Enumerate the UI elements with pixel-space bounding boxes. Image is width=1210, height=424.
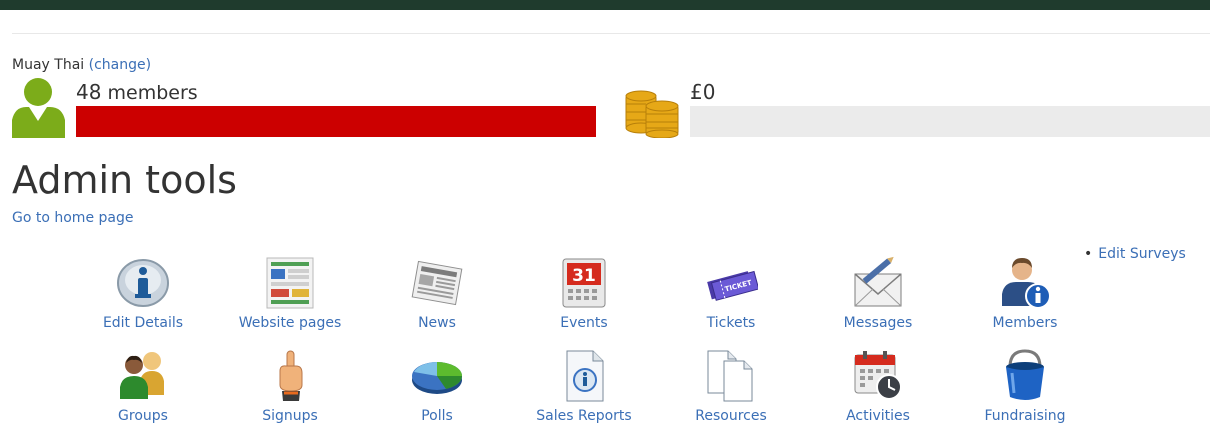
tool-label: News bbox=[418, 315, 456, 331]
tool-label: Groups bbox=[118, 408, 168, 424]
tool-signups[interactable]: Signups bbox=[215, 349, 365, 424]
tool-label: Signups bbox=[262, 408, 318, 424]
tool-events[interactable]: 31 Events bbox=[509, 256, 659, 331]
money-total: £0 bbox=[690, 80, 716, 104]
person-icon bbox=[12, 78, 65, 138]
club-name: Muay Thai bbox=[12, 57, 85, 73]
coins-icon bbox=[625, 90, 679, 138]
tool-polls[interactable]: Polls bbox=[362, 349, 512, 424]
info-icon bbox=[117, 259, 169, 307]
club-selector: Muay Thai (change) bbox=[12, 57, 151, 73]
divider bbox=[12, 33, 1210, 34]
pie-chart-icon bbox=[412, 362, 462, 394]
members-progress-bar bbox=[76, 106, 596, 137]
tool-activities[interactable]: Activities bbox=[803, 349, 953, 424]
tool-edit-details[interactable]: Edit Details bbox=[68, 256, 218, 331]
pointing-finger-icon bbox=[279, 350, 303, 401]
website-pages-icon bbox=[266, 257, 314, 309]
tool-label: Activities bbox=[846, 408, 910, 424]
tool-news[interactable]: News bbox=[362, 256, 512, 331]
tool-label: Tickets bbox=[706, 315, 756, 331]
tool-label: Website pages bbox=[238, 315, 342, 331]
bucket-icon bbox=[1006, 349, 1044, 400]
tool-resources[interactable]: Resources bbox=[656, 349, 806, 424]
tool-fundraising[interactable]: Fundraising bbox=[950, 349, 1100, 424]
home-page-link[interactable]: Go to home page bbox=[12, 210, 133, 226]
edit-surveys-link[interactable]: Edit Surveys bbox=[1098, 246, 1186, 262]
tool-label: Fundraising bbox=[984, 408, 1066, 424]
report-info-icon bbox=[566, 350, 604, 402]
calendar-clock-icon bbox=[854, 351, 902, 400]
header-bar bbox=[0, 0, 1210, 10]
change-club-link[interactable]: (change) bbox=[89, 57, 151, 73]
tool-label: Polls bbox=[421, 408, 453, 424]
tool-label: Events bbox=[560, 315, 608, 331]
tool-sales-reports[interactable]: Sales Reports bbox=[509, 349, 659, 424]
tool-label: Sales Reports bbox=[536, 408, 632, 424]
tool-label: Edit Details bbox=[102, 315, 184, 331]
tool-label: Members bbox=[992, 315, 1058, 331]
surveys-list-item: • Edit Surveys bbox=[1084, 246, 1186, 262]
tool-label: Resources bbox=[695, 408, 767, 424]
newspaper-icon bbox=[411, 260, 463, 306]
bullet-icon: • bbox=[1084, 246, 1093, 262]
tool-tickets[interactable]: TICKET Tickets bbox=[656, 256, 806, 331]
money-progress-bar bbox=[690, 106, 1210, 137]
documents-icon bbox=[707, 350, 753, 402]
envelope-icon bbox=[854, 256, 902, 307]
ticket-icon: TICKET bbox=[707, 270, 758, 301]
calendar-icon: 31 bbox=[562, 258, 606, 308]
tool-members[interactable]: Members bbox=[950, 256, 1100, 331]
tool-messages[interactable]: Messages bbox=[803, 256, 953, 331]
tool-groups[interactable]: Groups bbox=[68, 349, 218, 424]
page-title: Admin tools bbox=[12, 158, 237, 202]
tool-website-pages[interactable]: Website pages bbox=[215, 256, 365, 331]
tool-label: Messages bbox=[843, 315, 913, 331]
svg-text:31: 31 bbox=[572, 266, 596, 286]
group-icon bbox=[120, 352, 164, 399]
members-count: 48 members bbox=[76, 80, 198, 104]
member-info-icon bbox=[1002, 258, 1051, 309]
